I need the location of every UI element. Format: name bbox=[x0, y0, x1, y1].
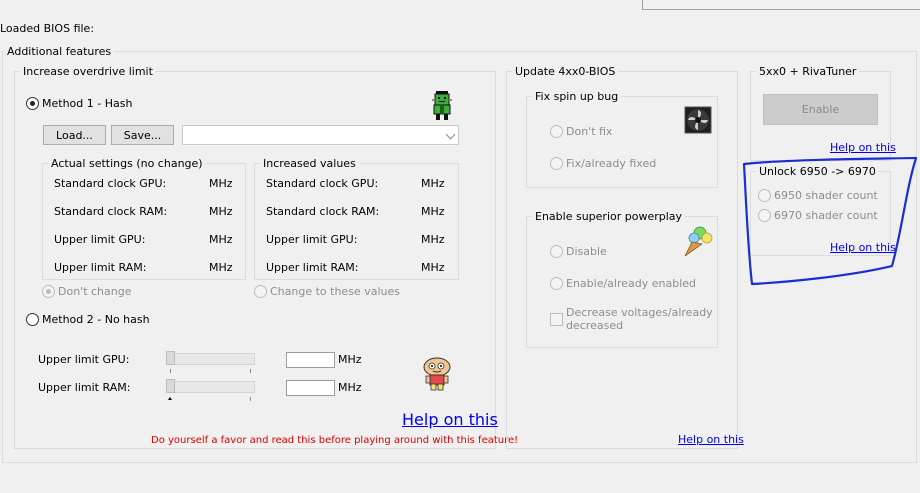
rivatuner-enable-button[interactable]: Enable bbox=[763, 94, 878, 125]
actual-settings-title: Actual settings (no change) bbox=[48, 157, 206, 170]
gpu-slider-tick bbox=[250, 369, 251, 373]
top-right-panel-edge bbox=[642, 0, 920, 10]
dont-fix-radio[interactable] bbox=[550, 125, 563, 138]
gpu-slider-track[interactable] bbox=[166, 353, 255, 365]
change-values-label[interactable]: Change to these values bbox=[270, 285, 400, 298]
update-4xx0-title: Update 4xx0-BIOS bbox=[512, 65, 619, 78]
cartoon-baby-icon bbox=[423, 357, 451, 391]
load-button[interactable]: Load... bbox=[43, 125, 106, 145]
additional-features-title: Additional features bbox=[4, 45, 115, 58]
decrease-voltages-checkbox[interactable] bbox=[550, 313, 563, 326]
method2-radio[interactable] bbox=[26, 313, 39, 326]
increased-row-unit: MHz bbox=[421, 261, 445, 274]
fix-label[interactable]: Fix/already fixed bbox=[566, 157, 656, 170]
method2-gpu-label: Upper limit GPU: bbox=[38, 353, 130, 366]
powerplay-title: Enable superior powerplay bbox=[532, 210, 686, 223]
actual-row-unit: MHz bbox=[209, 177, 233, 190]
method2-ram-input[interactable] bbox=[286, 380, 335, 396]
gpu-slider-thumb[interactable] bbox=[166, 351, 175, 365]
increased-row-label: Standard clock RAM: bbox=[266, 205, 380, 218]
actual-row-label: Upper limit GPU: bbox=[54, 233, 146, 246]
method2-gpu-input[interactable] bbox=[286, 352, 335, 368]
frankenstein-icon bbox=[432, 91, 452, 120]
actual-row-label: Standard clock RAM: bbox=[54, 205, 168, 218]
method2-ram-unit: MHz bbox=[338, 381, 362, 394]
fix-spin-title: Fix spin up bug bbox=[532, 90, 622, 103]
decrease-voltages-label-line2[interactable]: decreased bbox=[566, 319, 623, 332]
dont-fix-label[interactable]: Don't fix bbox=[566, 125, 612, 138]
method2-gpu-unit: MHz bbox=[338, 353, 362, 366]
ram-slider-tick-marker bbox=[168, 397, 172, 400]
method1-label[interactable]: Method 1 - Hash bbox=[42, 97, 132, 110]
file-combo[interactable] bbox=[182, 125, 459, 145]
actual-row-unit: MHz bbox=[209, 261, 233, 274]
method2-label[interactable]: Method 2 - No hash bbox=[42, 313, 150, 326]
overdrive-help-link[interactable]: Help on this bbox=[402, 410, 498, 429]
annotation-scribble bbox=[742, 156, 918, 286]
gpu-slider-tick bbox=[170, 369, 171, 373]
update-4xx0-help-link[interactable]: Help on this bbox=[678, 433, 744, 446]
actual-row-label: Upper limit RAM: bbox=[54, 261, 147, 274]
ram-slider-tick bbox=[250, 397, 251, 401]
change-values-radio[interactable] bbox=[254, 285, 267, 298]
increased-row-label: Upper limit GPU: bbox=[266, 233, 358, 246]
fan-icon bbox=[684, 106, 712, 134]
powerplay-disable-radio[interactable] bbox=[550, 245, 563, 258]
overdrive-title: Increase overdrive limit bbox=[20, 65, 156, 78]
ram-slider-track[interactable] bbox=[166, 381, 255, 393]
loaded-bios-label: Loaded BIOS file: bbox=[0, 22, 95, 35]
actual-row-unit: MHz bbox=[209, 205, 233, 218]
increased-row-unit: MHz bbox=[421, 233, 445, 246]
dont-change-radio[interactable] bbox=[42, 285, 55, 298]
rivatuner-title: 5xx0 + RivaTuner bbox=[756, 65, 860, 78]
save-button[interactable]: Save... bbox=[111, 125, 174, 145]
overdrive-warning-text[interactable]: Do yourself a favor and read this before… bbox=[151, 434, 518, 447]
powerplay-disable-label[interactable]: Disable bbox=[566, 245, 607, 258]
method1-radio[interactable] bbox=[26, 97, 39, 110]
actual-row-label: Standard clock GPU: bbox=[54, 177, 167, 190]
ram-slider-thumb[interactable] bbox=[166, 379, 175, 393]
chevron-down-icon[interactable] bbox=[445, 129, 456, 140]
powerplay-enable-label[interactable]: Enable/already enabled bbox=[566, 277, 696, 290]
increased-row-label: Standard clock GPU: bbox=[266, 177, 379, 190]
ice-cream-icon bbox=[684, 226, 713, 257]
powerplay-enable-radio[interactable] bbox=[550, 277, 563, 290]
increased-row-unit: MHz bbox=[421, 177, 445, 190]
increased-values-title: Increased values bbox=[260, 157, 359, 170]
decrease-voltages-label-line1[interactable]: Decrease voltages/already bbox=[566, 306, 713, 319]
method2-ram-label: Upper limit RAM: bbox=[38, 381, 131, 394]
actual-row-unit: MHz bbox=[209, 233, 233, 246]
increased-row-label: Upper limit RAM: bbox=[266, 261, 359, 274]
fix-radio[interactable] bbox=[550, 157, 563, 170]
increased-row-unit: MHz bbox=[421, 205, 445, 218]
dont-change-label[interactable]: Don't change bbox=[58, 285, 132, 298]
